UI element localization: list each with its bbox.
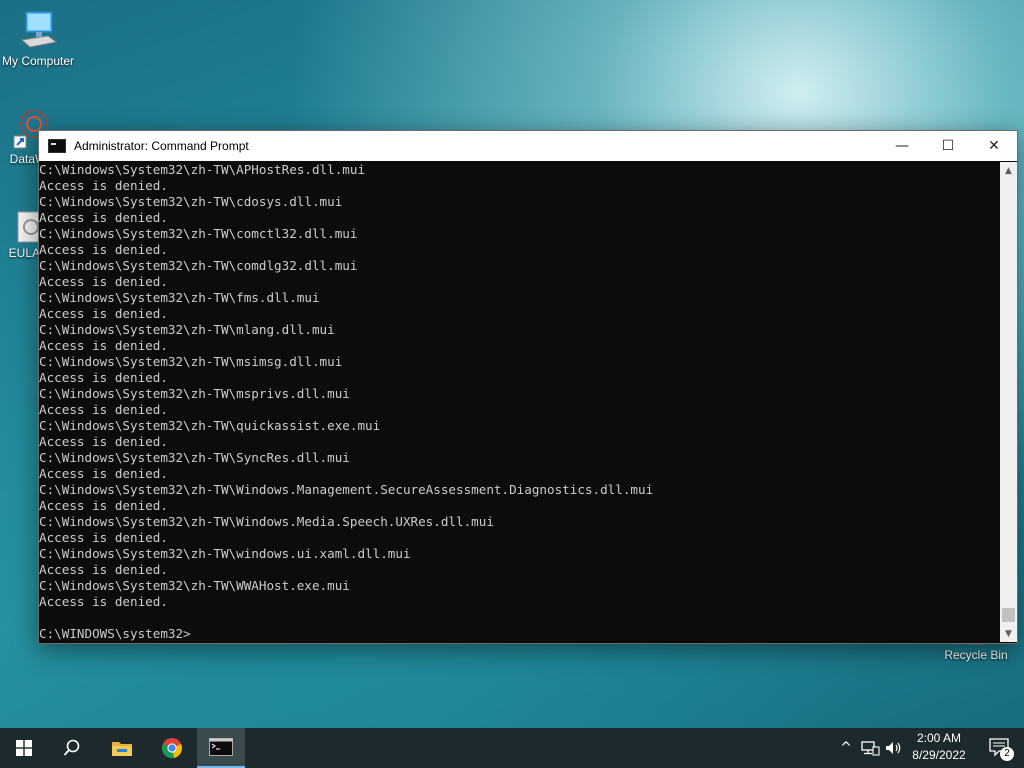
console-line: Access is denied. — [39, 210, 168, 225]
start-button[interactable] — [0, 728, 48, 768]
maximize-button[interactable]: ☐ — [925, 131, 971, 161]
file-explorer-button[interactable] — [98, 728, 146, 768]
console-output[interactable]: C:\Windows\System32\zh-TW\APHostRes.dll.… — [39, 162, 999, 642]
console-line: Access is denied. — [39, 178, 168, 193]
console-line: C:\Windows\System32\zh-TW\msprivs.dll.mu… — [39, 386, 350, 401]
search-button[interactable] — [48, 728, 96, 768]
console-line: C:\Windows\System32\zh-TW\APHostRes.dll.… — [39, 162, 366, 177]
console-line: Access is denied. — [39, 274, 168, 289]
console-line: Access is denied. — [39, 530, 168, 545]
clock-date: 8/29/2022 — [912, 748, 966, 762]
console-line: C:\Windows\System32\zh-TW\cdosys.dll.mui — [39, 194, 343, 209]
taskbar: ^ 2:00 AM 8/29/2022 2 — [0, 728, 1024, 768]
chrome-button[interactable] — [148, 728, 196, 768]
console-line: C:\Windows\System32\zh-TW\WWAHost.exe.mu… — [39, 578, 350, 593]
scroll-up-arrow-icon[interactable]: ▲ — [1000, 162, 1017, 179]
console-line: Access is denied. — [39, 594, 168, 609]
console-line: C:\Windows\System32\zh-TW\msimsg.dll.mui — [39, 354, 343, 369]
title-bar[interactable]: Administrator: Command Prompt — ☐ ✕ — [39, 131, 1017, 161]
console-line: Access is denied. — [39, 562, 168, 577]
window-title: Administrator: Command Prompt — [74, 139, 249, 153]
console-line: Access is denied. — [39, 498, 168, 513]
desktop-icon-my-computer[interactable]: My Computer — [0, 10, 76, 68]
console-line: C:\Windows\System32\zh-TW\comctl32.dll.m… — [39, 226, 358, 241]
terminal-icon — [48, 139, 66, 153]
console-line: Access is denied. — [39, 306, 168, 321]
console-line: C:\Windows\System32\zh-TW\Windows.Media.… — [39, 514, 494, 529]
windows-logo-icon — [16, 740, 32, 756]
vertical-scrollbar[interactable]: ▲ ▼ — [1000, 162, 1017, 642]
search-icon — [63, 739, 80, 756]
console-line: C:\Windows\System32\zh-TW\quickassist.ex… — [39, 418, 381, 433]
command-prompt-window[interactable]: Administrator: Command Prompt — ☐ ✕ C:\W… — [38, 130, 1018, 644]
close-button[interactable]: ✕ — [971, 131, 1017, 161]
console-line: C:\Windows\System32\zh-TW\windows.ui.xam… — [39, 546, 411, 561]
command-prompt-line[interactable]: C:\WINDOWS\system32> — [39, 626, 999, 642]
console-line: Access is denied. — [39, 370, 168, 385]
show-hidden-icons-chevron-icon[interactable]: ^ — [836, 740, 856, 756]
chrome-icon — [162, 738, 182, 759]
console-line: Access is denied. — [39, 402, 168, 417]
network-icon[interactable] — [860, 740, 880, 756]
console-line: C:\Windows\System32\zh-TW\Windows.Manage… — [39, 482, 654, 497]
console-line: C:\Windows\System32\zh-TW\mlang.dll.mui — [39, 322, 335, 337]
computer-icon — [18, 10, 58, 52]
clock-time: 2:00 AM — [916, 731, 962, 745]
console-line: C:\Windows\System32\zh-TW\comdlg32.dll.m… — [39, 258, 358, 273]
desktop-icon-label: My Computer — [1, 54, 75, 68]
system-tray: ^ — [836, 728, 904, 768]
console-line: Access is denied. — [39, 466, 168, 481]
console-line: Access is denied. — [39, 338, 168, 353]
console-line: C:\Windows\System32\zh-TW\SyncRes.dll.mu… — [39, 450, 350, 465]
minimize-button[interactable]: — — [879, 131, 925, 161]
scrollbar-thumb[interactable] — [1002, 608, 1015, 622]
console-line: Access is denied. — [39, 434, 168, 449]
notification-center-button[interactable]: 2 — [976, 728, 1024, 768]
command-prompt-button[interactable] — [197, 728, 245, 768]
folder-icon — [112, 742, 132, 756]
scroll-down-arrow-icon[interactable]: ▼ — [1000, 625, 1017, 642]
console-line: Access is denied. — [39, 242, 168, 257]
clock[interactable]: 2:00 AM 8/29/2022 — [900, 730, 978, 764]
terminal-icon — [209, 738, 233, 756]
desktop-icon-label: Recycle Bin — [944, 648, 1008, 662]
notification-count-badge: 2 — [1000, 747, 1014, 761]
console-line: C:\Windows\System32\zh-TW\fms.dll.mui — [39, 290, 320, 305]
